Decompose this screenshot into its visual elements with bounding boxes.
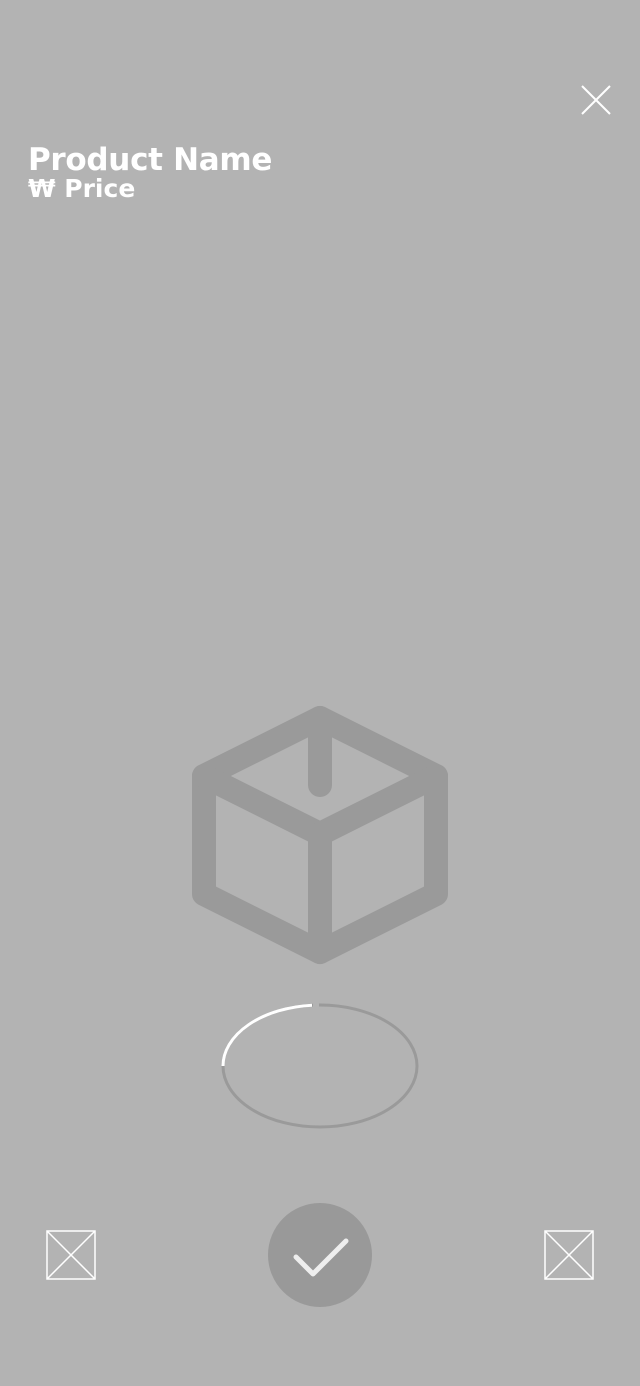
left-thumbnail[interactable] — [46, 1230, 96, 1280]
checkmark-icon — [293, 1238, 349, 1277]
image-placeholder-icon — [46, 1230, 96, 1280]
loading-ring — [221, 1002, 419, 1129]
cube-icon — [192, 706, 448, 964]
right-thumbnail[interactable] — [544, 1230, 594, 1280]
close-icon — [581, 85, 611, 115]
product-info: Product Name ₩ Price — [28, 140, 272, 204]
close-button[interactable] — [576, 80, 616, 120]
confirm-button[interactable] — [268, 1203, 372, 1307]
image-placeholder-icon — [544, 1230, 594, 1280]
